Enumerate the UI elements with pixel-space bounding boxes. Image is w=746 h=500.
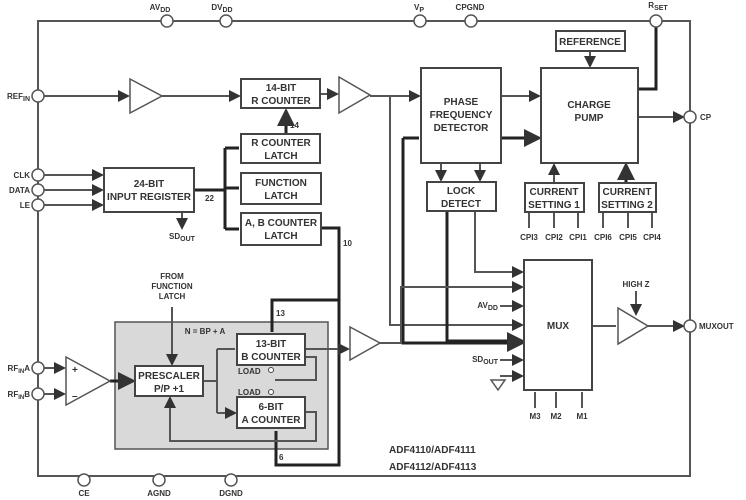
bus-width-13: 13 xyxy=(276,309,285,318)
m3-label: M3 xyxy=(529,412,541,421)
avdd-mux-label: AVDD xyxy=(477,301,498,312)
svg-text:14-BIT: 14-BIT xyxy=(266,83,297,94)
svg-text:SETTING 1: SETTING 1 xyxy=(528,200,580,211)
muxout-buffer xyxy=(617,306,650,346)
ab-counter-latch-block: A, B COUNTER LATCH xyxy=(240,212,322,246)
amp-plus: + xyxy=(72,365,78,376)
current-setting-2-block: CURRENT SETTING 2 xyxy=(598,182,657,213)
cpi4-label: CPI4 xyxy=(643,233,661,242)
from-function-latch-label: FROM FUNCTION LATCH xyxy=(151,272,193,301)
function-latch-block: FUNCTION LATCH xyxy=(240,172,322,205)
cpi2-label: CPI2 xyxy=(545,233,563,242)
svg-text:R COUNTER: R COUNTER xyxy=(251,138,311,149)
part-numbers-line-1: ADF4110/ADF4111 xyxy=(389,445,476,456)
svg-text:LATCH: LATCH xyxy=(264,151,297,162)
svg-text:PRESCALER: PRESCALER xyxy=(138,371,200,382)
pin-cpgnd: CPGND xyxy=(456,3,485,12)
svg-text:CURRENT: CURRENT xyxy=(603,187,652,198)
cpi5-label: CPI5 xyxy=(619,233,637,242)
pin-rset: RSET xyxy=(648,1,668,12)
mux-block: MUX xyxy=(523,259,593,391)
charge-pump-block: CHARGE PUMP xyxy=(540,67,639,164)
bus-width-10: 10 xyxy=(343,239,352,248)
svg-text:13-BIT: 13-BIT xyxy=(256,339,287,350)
sdout-mux-label: SDOUT xyxy=(472,355,499,366)
svg-text:A COUNTER: A COUNTER xyxy=(241,415,301,426)
part-numbers-line-2: ADF4112/ADF4113 xyxy=(389,462,477,473)
bus-width-6: 6 xyxy=(279,453,284,462)
cpi3-label: CPI3 xyxy=(520,233,538,242)
svg-text:REFERENCE: REFERENCE xyxy=(559,37,621,48)
svg-text:DETECTOR: DETECTOR xyxy=(434,123,490,134)
pin-rfina: RFINA xyxy=(8,364,31,375)
svg-text:LATCH: LATCH xyxy=(264,231,297,242)
svg-text:LOCK: LOCK xyxy=(447,186,476,197)
svg-text:INPUT REGISTER: INPUT REGISTER xyxy=(107,192,192,203)
svg-text:FUNCTION: FUNCTION xyxy=(255,178,307,189)
svg-text:PUMP: PUMP xyxy=(575,113,604,124)
b-counter-block: 13-BIT B COUNTER xyxy=(236,333,306,366)
svg-text:A, B COUNTER: A, B COUNTER xyxy=(245,218,318,229)
bus-width-14: 14 xyxy=(290,121,299,130)
ref-buffer xyxy=(129,77,164,115)
load-label-b: LOAD xyxy=(238,367,261,376)
n-counter-buffer xyxy=(349,325,382,362)
prescaler-block: PRESCALER P/P +1 xyxy=(134,365,204,397)
svg-text:P/P +1: P/P +1 xyxy=(154,384,185,395)
n-formula: N = BP + A xyxy=(185,327,226,336)
pin-le: LE xyxy=(20,201,31,210)
svg-text:R COUNTER: R COUNTER xyxy=(251,96,311,107)
amp-minus: – xyxy=(72,391,78,402)
reference-block: REFERENCE xyxy=(555,30,626,52)
pfd-block: PHASE FREQUENCY DETECTOR xyxy=(420,67,502,164)
svg-text:SETTING 2: SETTING 2 xyxy=(601,200,653,211)
pin-cp: CP xyxy=(700,113,712,122)
pin-refin: REFIN xyxy=(7,92,30,103)
svg-text:CURRENT: CURRENT xyxy=(530,187,579,198)
high-z-label: HIGH Z xyxy=(622,280,649,289)
r-counter-block: 14-BIT R COUNTER xyxy=(240,78,321,109)
svg-text:LATCH: LATCH xyxy=(264,191,297,202)
pin-ce: CE xyxy=(78,489,90,498)
pin-agnd: AGND xyxy=(147,489,171,498)
pin-vp: VP xyxy=(414,3,424,14)
bus-width-22: 22 xyxy=(205,194,214,203)
svg-text:FREQUENCY: FREQUENCY xyxy=(430,110,493,121)
r-counter-buffer xyxy=(338,75,372,115)
m1-label: M1 xyxy=(576,412,588,421)
svg-text:DETECT: DETECT xyxy=(441,199,481,210)
svg-text:MUX: MUX xyxy=(547,321,570,332)
pin-dgnd: DGND xyxy=(219,489,243,498)
svg-text:6-BIT: 6-BIT xyxy=(259,402,284,413)
r-counter-latch-block: R COUNTER LATCH xyxy=(240,133,321,164)
cpi6-label: CPI6 xyxy=(594,233,612,242)
svg-text:PHASE: PHASE xyxy=(444,97,479,108)
current-setting-1-block: CURRENT SETTING 1 xyxy=(524,182,585,213)
load-label-a: LOAD xyxy=(238,388,261,397)
ground-symbol xyxy=(489,379,507,392)
sdout-register-label: SDOUT xyxy=(169,232,196,243)
input-register-block: 24-BIT INPUT REGISTER xyxy=(103,167,195,213)
pin-rfinb: RFINB xyxy=(8,390,31,401)
pin-clk: CLK xyxy=(14,171,31,180)
lock-detect-block: LOCK DETECT xyxy=(426,181,497,212)
functional-block-diagram: + – 14-BIT R COUNTER R COUNTER LATCH FUN… xyxy=(7,1,734,498)
svg-text:24-BIT: 24-BIT xyxy=(134,179,165,190)
a-counter-block: 6-BIT A COUNTER xyxy=(236,396,306,429)
svg-text:B COUNTER: B COUNTER xyxy=(241,352,301,363)
pin-muxout: MUXOUT xyxy=(699,322,734,331)
pin-data: DATA xyxy=(9,186,30,195)
cpi1-label: CPI1 xyxy=(569,233,587,242)
svg-text:CHARGE: CHARGE xyxy=(567,100,611,111)
pin-dvdd: DVDD xyxy=(211,3,232,14)
m2-label: M2 xyxy=(550,412,562,421)
pin-avdd: AVDD xyxy=(150,3,171,14)
